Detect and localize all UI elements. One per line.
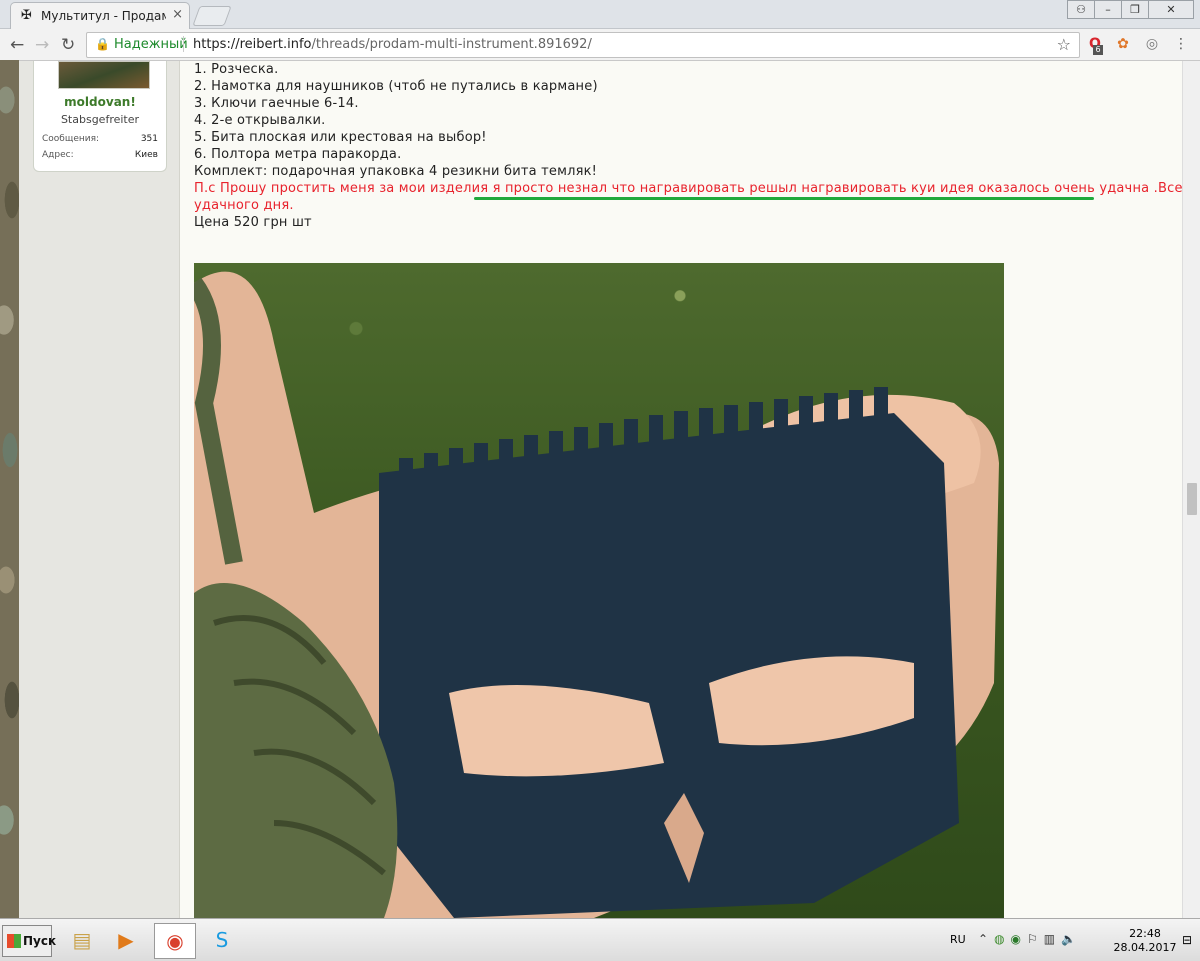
- user-card: moldovan! Stabsgefreiter Сообщения: 351 …: [33, 61, 167, 172]
- url-host: https://reibert.info: [193, 37, 312, 52]
- bookmark-star-icon[interactable]: ☆: [1057, 35, 1071, 54]
- post-line: 4. 2-е открывалки.: [194, 113, 326, 128]
- clock-time: 22:48: [1129, 927, 1161, 940]
- back-icon[interactable]: ←: [10, 35, 24, 55]
- minimize-button[interactable]: –: [1094, 0, 1122, 19]
- left-background-pattern: [0, 60, 19, 918]
- chrome-taskbar-icon[interactable]: ◉: [154, 923, 196, 959]
- volume-icon[interactable]: 🔈: [1061, 932, 1076, 946]
- tray-app-icon[interactable]: ◍: [994, 932, 1004, 946]
- close-window-button[interactable]: ✕: [1148, 0, 1194, 19]
- url-text: https://reibert.info/threads/prodam-mult…: [193, 37, 592, 52]
- language-indicator[interactable]: RU: [950, 933, 966, 946]
- sync-extension-icon[interactable]: ◎: [1143, 35, 1161, 53]
- messages-row: Сообщения: 351: [42, 134, 158, 144]
- windows-taskbar: Пуск ▤ ▶ ◉ S RU ⌃ ◍ ◉ ⚐ ▥ 🔈 22:48 28.04.…: [0, 918, 1200, 961]
- scrollbar-thumb[interactable]: [1187, 483, 1197, 515]
- divider: [183, 36, 184, 52]
- tab-title: Мультитул - Продам му: [41, 9, 166, 23]
- tab-close-icon[interactable]: ×: [172, 7, 183, 22]
- username[interactable]: moldovan!: [34, 95, 166, 109]
- page-content: moldovan! Stabsgefreiter Сообщения: 351 …: [19, 61, 1182, 918]
- action-center-flag-icon[interactable]: ⚐: [1027, 932, 1038, 946]
- address-bar[interactable]: 🔒 Надежный https://reibert.info/threads/…: [86, 32, 1080, 58]
- post-line: 5. Бита плоская или крестовая на выбор!: [194, 130, 487, 145]
- forward-icon[interactable]: →: [35, 35, 49, 55]
- post-line: 3. Ключи гаечные 6-14.: [194, 96, 359, 111]
- new-tab-button[interactable]: [192, 6, 232, 26]
- start-button[interactable]: Пуск: [2, 925, 56, 957]
- post-note-line: П.с Прошу простить меня за мои изделия я…: [194, 181, 1182, 196]
- user-sidebar: moldovan! Stabsgefreiter Сообщения: 351 …: [19, 61, 180, 918]
- start-label: Пуск: [23, 934, 57, 948]
- tab-strip: ✠ Мультитул - Продам му × ⚇ – ❐ ✕: [0, 0, 1200, 29]
- post-body: 1. Розческа. 2. Намотка для наушников (ч…: [194, 61, 1182, 231]
- network-icon[interactable]: ▥: [1044, 932, 1055, 946]
- tray-security-icon[interactable]: ◉: [1011, 932, 1021, 946]
- tray-expand-icon[interactable]: ⌃: [978, 932, 988, 946]
- messages-label: Сообщения:: [42, 134, 100, 144]
- post-price: Цена 520 грн шт: [194, 215, 312, 230]
- site-favicon-icon: ✠: [21, 8, 32, 23]
- product-photo[interactable]: [194, 263, 1004, 918]
- address-label: Адрес:: [42, 150, 74, 160]
- vertical-scrollbar[interactable]: [1182, 61, 1200, 918]
- reload-icon[interactable]: ↻: [61, 35, 75, 55]
- restore-button[interactable]: ❐: [1121, 0, 1149, 19]
- windows-logo-icon: [7, 934, 21, 948]
- url-path: /threads/prodam-multi-instrument.891692/: [311, 37, 592, 52]
- window-controls: ⚇ – ❐ ✕: [1067, 0, 1194, 19]
- clock-date: 28.04.2017: [1113, 941, 1177, 954]
- profile-icon[interactable]: ⚇: [1067, 0, 1095, 19]
- menu-icon[interactable]: ⋮: [1172, 35, 1190, 53]
- messages-count[interactable]: 351: [141, 134, 158, 144]
- green-underline-annotation: [474, 197, 1094, 200]
- media-player-icon[interactable]: ▶: [106, 923, 146, 957]
- post-line: 1. Розческа.: [194, 62, 279, 77]
- puzzle-extension-icon[interactable]: ✿: [1114, 35, 1132, 53]
- post-line: Комплект: подарочная упаковка 4 резикни …: [194, 164, 598, 179]
- browser-toolbar: ← → ↻ 🔒 Надежный https://reibert.info/th…: [0, 29, 1200, 61]
- skype-icon[interactable]: S: [202, 923, 242, 957]
- address-row: Адрес: Киев: [42, 150, 158, 160]
- system-tray: ⌃ ◍ ◉ ⚐ ▥ 🔈: [978, 932, 1076, 946]
- comb-photo-illustration: [194, 271, 999, 918]
- avatar[interactable]: [58, 61, 150, 89]
- lock-icon: 🔒: [95, 37, 110, 51]
- user-rank: Stabsgefreiter: [60, 113, 140, 126]
- system-clock[interactable]: 22:48 28.04.2017: [1110, 927, 1180, 955]
- show-desktop-icon[interactable]: ⊟: [1182, 933, 1192, 947]
- file-explorer-icon[interactable]: ▤: [62, 923, 102, 957]
- extension-badge: 6: [1093, 45, 1103, 55]
- post-line: 6. Полтора метра паракорда.: [194, 147, 402, 162]
- post-line: 2. Намотка для наушников (чтоб не путали…: [194, 79, 598, 94]
- address-value: Киев: [134, 150, 158, 160]
- secure-label: Надежный: [114, 37, 188, 52]
- browser-tab[interactable]: ✠ Мультитул - Продам му ×: [10, 2, 190, 29]
